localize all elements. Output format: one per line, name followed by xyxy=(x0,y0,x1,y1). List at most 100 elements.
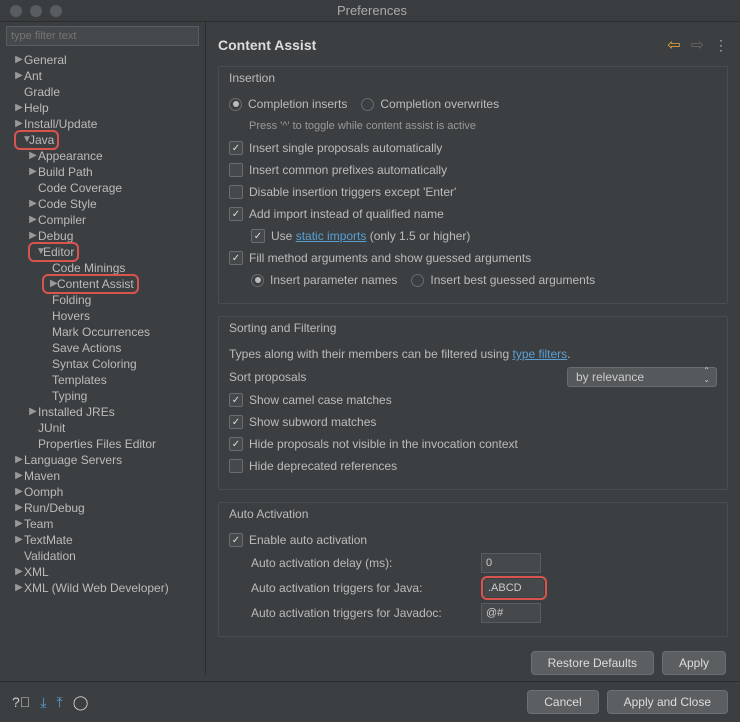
tree-item-general[interactable]: ▶General xyxy=(0,52,205,68)
window-title: Preferences xyxy=(62,3,682,18)
tree-item-build-path[interactable]: ▶Build Path xyxy=(0,164,205,180)
help-icon[interactable]: ?⃝ xyxy=(12,694,30,710)
tree-item-hovers[interactable]: Hovers xyxy=(0,308,205,324)
tree-item-validation[interactable]: Validation xyxy=(0,548,205,564)
tree-item-label: Code Coverage xyxy=(38,180,122,196)
java-triggers-highlight xyxy=(481,576,547,600)
check-single-proposals[interactable] xyxy=(229,141,243,155)
tree-item-label: Maven xyxy=(24,468,60,484)
tree-item-code-coverage[interactable]: Code Coverage xyxy=(0,180,205,196)
tree-item-properties-files-editor[interactable]: Properties Files Editor xyxy=(0,436,205,452)
tree-item-gradle[interactable]: Gradle xyxy=(0,84,205,100)
apply-button[interactable]: Apply xyxy=(662,651,726,675)
page-title: Content Assist xyxy=(218,37,667,53)
tree-item-compiler[interactable]: ▶Compiler xyxy=(0,212,205,228)
tree-item-mark-occurrences[interactable]: Mark Occurrences xyxy=(0,324,205,340)
label-add-import: Add import instead of qualified name xyxy=(249,207,444,221)
tree-item-editor[interactable]: ▼Editor xyxy=(0,244,205,260)
radio-completion-inserts[interactable] xyxy=(229,98,242,111)
tree-item-run-debug[interactable]: ▶Run/Debug xyxy=(0,500,205,516)
tree-item-label: Team xyxy=(24,516,53,532)
check-hide-depr[interactable] xyxy=(229,459,243,473)
tree-item-save-actions[interactable]: Save Actions xyxy=(0,340,205,356)
tree-item-label: XML (Wild Web Developer) xyxy=(24,580,169,596)
tree-item-content-assist[interactable]: ▶Content Assist xyxy=(0,276,205,292)
javadoc-triggers-input[interactable] xyxy=(481,603,541,623)
radio-best-guessed[interactable] xyxy=(411,274,424,287)
window-controls[interactable] xyxy=(10,5,62,17)
check-static-imports[interactable] xyxy=(251,229,265,243)
label-common-prefixes: Insert common prefixes automatically xyxy=(249,163,447,177)
tree-item-xml-wild-web-developer-[interactable]: ▶XML (Wild Web Developer) xyxy=(0,580,205,596)
tree-item-maven[interactable]: ▶Maven xyxy=(0,468,205,484)
tree-arrow-icon: ▶ xyxy=(14,500,24,516)
tree-item-label: Gradle xyxy=(24,84,60,100)
tree-item-oomph[interactable]: ▶Oomph xyxy=(0,484,205,500)
tree-item-syntax-coloring[interactable]: Syntax Coloring xyxy=(0,356,205,372)
tree-item-label: Run/Debug xyxy=(24,500,85,516)
tree-item-junit[interactable]: JUnit xyxy=(0,420,205,436)
back-icon[interactable]: ⇦ xyxy=(667,35,680,55)
radio-completion-overwrites[interactable] xyxy=(361,98,374,111)
toggle-hint: Press '^' to toggle while content assist… xyxy=(249,120,476,132)
preference-tree[interactable]: ▶General▶AntGradle▶Help▶Install/Update▼J… xyxy=(0,50,205,675)
tree-arrow-icon: ▶ xyxy=(14,532,24,548)
progress-icon[interactable]: ◯ xyxy=(73,694,89,711)
export-icon[interactable]: ⤒ xyxy=(57,694,63,711)
tree-item-label: General xyxy=(24,52,67,68)
tree-arrow-icon: ▶ xyxy=(14,452,24,468)
forward-icon[interactable]: ⇨ xyxy=(691,35,704,55)
menu-icon[interactable]: ⋮ xyxy=(714,37,728,54)
tree-item-label: Save Actions xyxy=(52,340,121,356)
java-triggers-input[interactable] xyxy=(484,579,544,597)
tree-item-label: Compiler xyxy=(38,212,86,228)
tree-item-xml[interactable]: ▶XML xyxy=(0,564,205,580)
tree-item-ant[interactable]: ▶Ant xyxy=(0,68,205,84)
static-imports-link[interactable]: static imports xyxy=(296,229,367,243)
tree-arrow-icon: ▼ xyxy=(33,244,43,260)
tree-item-java[interactable]: ▼Java xyxy=(0,132,205,148)
close-dot[interactable] xyxy=(10,5,22,17)
label-completion-overwrites: Completion overwrites xyxy=(380,97,499,111)
sorting-section: Sorting and Filtering Types along with t… xyxy=(218,316,728,490)
tree-item-help[interactable]: ▶Help xyxy=(0,100,205,116)
label-static-imports: Use static imports (only 1.5 or higher) xyxy=(271,229,470,243)
check-fill-args[interactable] xyxy=(229,251,243,265)
footer: ?⃝ ⤓ ⤒ ◯ Cancel Apply and Close xyxy=(0,681,740,722)
radio-param-names[interactable] xyxy=(251,274,264,287)
tree-item-language-servers[interactable]: ▶Language Servers xyxy=(0,452,205,468)
tree-item-label: Properties Files Editor xyxy=(38,436,156,452)
tree-item-team[interactable]: ▶Team xyxy=(0,516,205,532)
restore-defaults-button[interactable]: Restore Defaults xyxy=(531,651,654,675)
cancel-button[interactable]: Cancel xyxy=(527,690,598,714)
check-camel[interactable] xyxy=(229,393,243,407)
delay-input[interactable] xyxy=(481,553,541,573)
check-add-import[interactable] xyxy=(229,207,243,221)
tree-arrow-icon: ▶ xyxy=(28,212,38,228)
sorting-title: Sorting and Filtering xyxy=(229,321,336,335)
zoom-dot[interactable] xyxy=(50,5,62,17)
type-filters-link[interactable]: type filters xyxy=(512,347,567,361)
tree-item-typing[interactable]: Typing xyxy=(0,388,205,404)
tree-item-label: Installed JREs xyxy=(38,404,115,420)
label-disable-triggers: Disable insertion triggers except 'Enter… xyxy=(249,185,456,199)
check-common-prefixes[interactable] xyxy=(229,163,243,177)
tree-item-textmate[interactable]: ▶TextMate xyxy=(0,532,205,548)
tree-item-folding[interactable]: Folding xyxy=(0,292,205,308)
check-disable-triggers[interactable] xyxy=(229,185,243,199)
tree-item-code-style[interactable]: ▶Code Style xyxy=(0,196,205,212)
filter-input[interactable] xyxy=(6,26,199,46)
tree-item-label: Typing xyxy=(52,388,87,404)
sort-proposals-select[interactable]: by relevance xyxy=(567,367,717,387)
tree-item-label: Language Servers xyxy=(24,452,122,468)
tree-item-installed-jres[interactable]: ▶Installed JREs xyxy=(0,404,205,420)
tree-item-appearance[interactable]: ▶Appearance xyxy=(0,148,205,164)
tree-item-templates[interactable]: Templates xyxy=(0,372,205,388)
check-hide-invoc[interactable] xyxy=(229,437,243,451)
tree-arrow-icon: ▶ xyxy=(28,196,38,212)
import-icon[interactable]: ⤓ xyxy=(40,694,46,711)
check-subword[interactable] xyxy=(229,415,243,429)
check-enable-auto[interactable] xyxy=(229,533,243,547)
apply-close-button[interactable]: Apply and Close xyxy=(607,690,728,714)
minimize-dot[interactable] xyxy=(30,5,42,17)
